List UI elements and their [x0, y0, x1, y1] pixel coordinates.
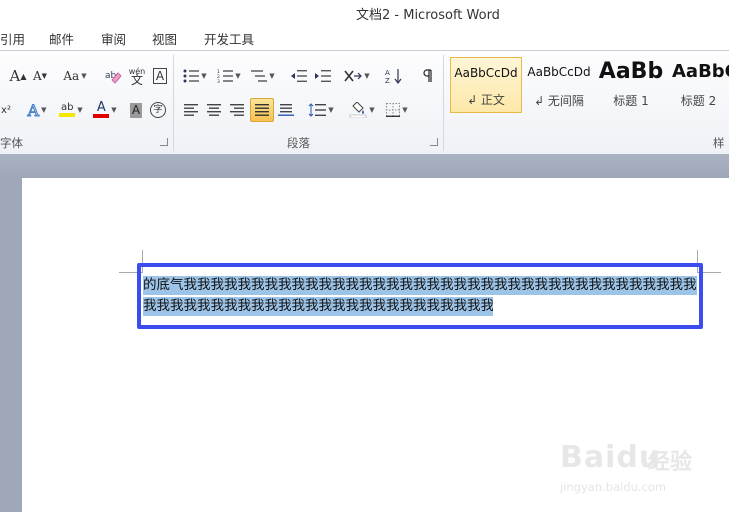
align-left-button[interactable] — [180, 99, 202, 121]
paragraph-group-label: 段落 — [287, 136, 310, 150]
shading-button[interactable]: ▼ — [346, 99, 378, 121]
style-heading-2[interactable]: AaBbC 标题 2 — [668, 57, 729, 113]
svg-text:3: 3 — [217, 79, 220, 83]
watermark-brand: Baidu — [560, 440, 662, 475]
tab-mailings[interactable]: 邮件 — [49, 29, 74, 48]
svg-text:A: A — [385, 69, 390, 77]
font-group-label: 字体 — [0, 136, 23, 150]
increase-indent-button[interactable] — [312, 65, 334, 87]
change-case-button[interactable]: Aa ▼ — [60, 65, 90, 87]
paragraph-dialog-launcher-icon[interactable] — [430, 138, 438, 146]
distributed-align-button[interactable] — [275, 99, 297, 121]
style-preview: AaBbCcDd — [454, 66, 518, 80]
enclose-characters-button[interactable]: 字 — [148, 99, 168, 121]
shrink-font-button[interactable]: A ▼ — [30, 65, 50, 87]
style-normal[interactable]: AaBbCcDd ↲ 正文 — [450, 57, 522, 113]
tab-review[interactable]: 审阅 — [101, 29, 126, 48]
numbering-button[interactable]: 1 2 3 ▼ — [214, 65, 244, 87]
style-no-spacing[interactable]: AaBbCcDd ↲ 无间隔 — [523, 57, 595, 113]
text-highlight-button[interactable]: ab ▼ — [54, 99, 88, 121]
show-hide-marks-button[interactable] — [418, 65, 438, 87]
ribbon: A ▲ A ▼ Aa ▼ ab wén 文 A x² A ▼ ab ▼ A ▼ A 字 字… — [0, 50, 729, 155]
justify-button[interactable] — [250, 98, 274, 122]
baidu-watermark: Baidu 经验 jingyan.baidu.com — [560, 432, 720, 502]
decrease-indent-button[interactable] — [288, 65, 310, 87]
group-divider — [443, 55, 444, 151]
group-divider — [173, 55, 174, 151]
style-heading-1[interactable]: AaBb 标题 1 — [596, 57, 666, 113]
clear-formatting-icon[interactable]: ab — [102, 65, 124, 87]
grow-font-button[interactable]: A ▲ — [8, 65, 28, 87]
tab-references[interactable]: 引用 — [0, 29, 25, 48]
style-preview: AaBbCcDd — [527, 65, 591, 79]
multilevel-list-button[interactable]: ▼ — [248, 65, 278, 87]
align-right-button[interactable] — [226, 99, 248, 121]
chinese-layout-button[interactable]: ▼ — [342, 65, 372, 87]
font-color-button[interactable]: A ▼ — [90, 99, 120, 121]
character-border-button[interactable]: A — [150, 65, 170, 87]
font-dialog-launcher-icon[interactable] — [160, 138, 168, 146]
style-name: ↲ 无间隔 — [534, 94, 584, 108]
tab-developer[interactable]: 开发工具 — [204, 29, 254, 48]
text-effects-button[interactable]: A ▼ — [24, 99, 50, 121]
svg-text:Z: Z — [385, 77, 390, 84]
tab-view[interactable]: 视图 — [152, 29, 177, 48]
title-bar: 文档2 - Microsoft Word — [0, 0, 729, 24]
watermark-cn: 经验 — [648, 450, 693, 475]
line-spacing-button[interactable]: ▼ — [306, 99, 336, 121]
style-name: 标题 2 — [680, 94, 717, 108]
phonetic-guide-button[interactable]: wén 文 — [126, 65, 148, 87]
style-preview: AaBb — [598, 59, 664, 84]
style-name: 标题 1 — [613, 94, 649, 108]
ribbon-tab-row: 引用 邮件 审阅 视图 开发工具 — [0, 24, 729, 50]
highlight-annotation-box — [137, 263, 703, 329]
bullets-button[interactable]: ▼ — [180, 65, 210, 87]
style-name: ↲ 正文 — [467, 93, 505, 107]
align-center-button[interactable] — [203, 99, 225, 121]
style-preview: AaBbC — [672, 61, 729, 82]
sort-button[interactable]: AZ — [382, 65, 406, 87]
window-title: 文档2 - Microsoft Word — [356, 8, 500, 23]
superscript-icon[interactable]: x² — [0, 99, 12, 121]
borders-button[interactable]: ▼ — [382, 99, 412, 121]
character-shading-button[interactable]: A — [126, 99, 146, 121]
watermark-url: jingyan.baidu.com — [560, 480, 667, 494]
styles-group-label: 样 — [713, 136, 725, 150]
